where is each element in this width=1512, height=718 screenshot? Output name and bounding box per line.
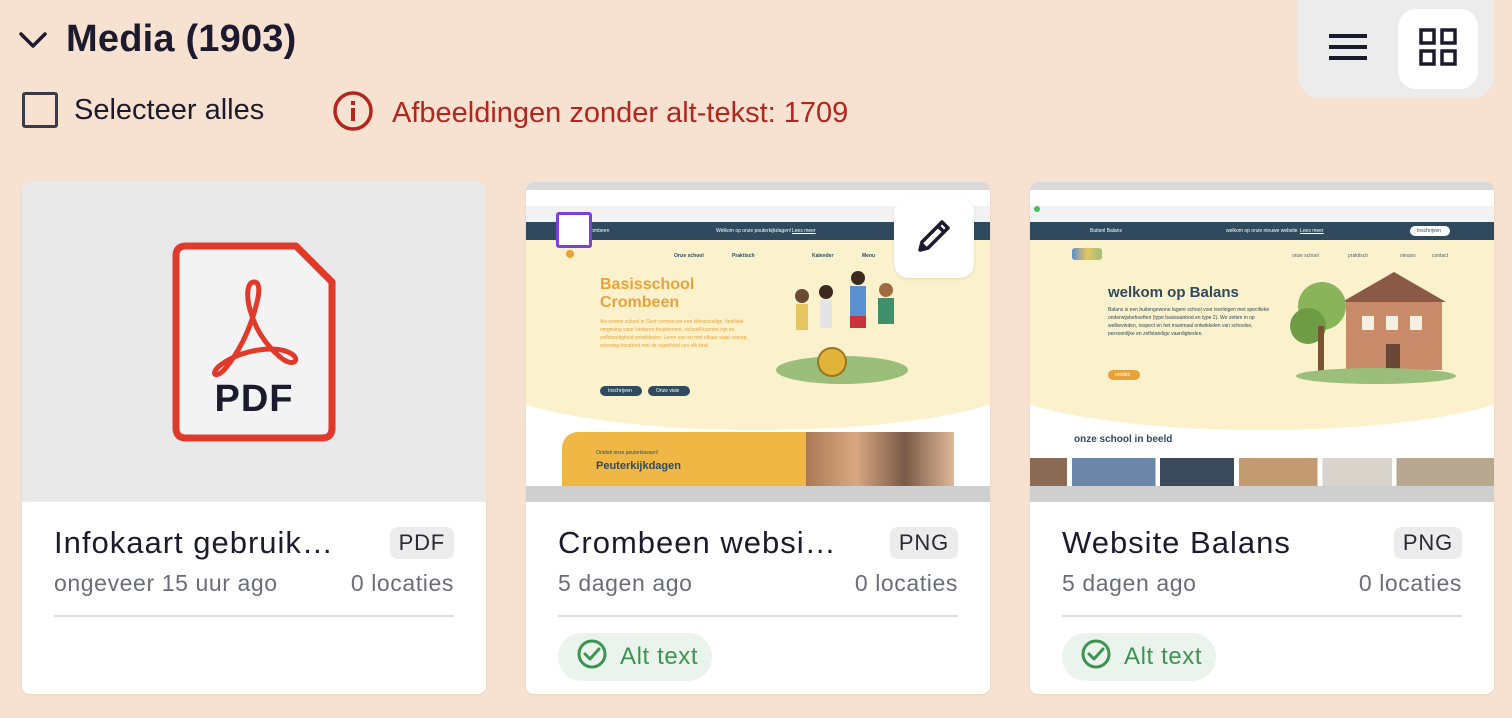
thumb-btn: ontdek	[1108, 370, 1140, 380]
thumb-illustration-house	[1286, 266, 1456, 386]
info-icon	[332, 90, 374, 137]
pdf-file-icon: PDF	[172, 242, 336, 447]
file-name: Website Balans	[1062, 525, 1291, 560]
thumb-photo-strip	[1030, 458, 1494, 486]
alt-text-badge: Alt text	[1062, 633, 1217, 681]
alt-text-badge: Alt text	[558, 633, 713, 681]
select-all-checkbox[interactable]	[22, 92, 58, 128]
file-time: ongeveer 15 uur ago	[54, 570, 278, 596]
card-thumbnail[interactable]: Buitenl Balans welkom op onze nieuwe web…	[1030, 182, 1494, 502]
thumb-btn-label: ontdek	[1115, 372, 1131, 378]
list-view-button[interactable]	[1316, 9, 1380, 89]
media-card[interactable]: Buitenl Balans welkom op onze nieuwe web…	[1030, 182, 1494, 694]
file-locations: 0 locaties	[350, 570, 454, 596]
thumb-hero-title: welkom op Balans	[1108, 284, 1239, 301]
thumb-menu-item: onze school	[1292, 253, 1319, 259]
select-all-row: Selecteer alles	[22, 92, 264, 128]
thumb-section-title: onze school in beeld	[1074, 434, 1173, 445]
thumb-hero-title-line: Crombeen	[600, 294, 680, 311]
grid-view-button[interactable]	[1398, 9, 1478, 89]
file-name: Crombeen websi…	[558, 525, 837, 560]
check-circle-icon	[1080, 638, 1112, 677]
media-header: Media (1903)	[18, 18, 297, 61]
check-circle-icon	[576, 638, 608, 677]
thumb-welcome-link: Lees meer	[1300, 228, 1324, 234]
thumb-welcome: Welkom op onze peuterkijkdagen!	[716, 228, 792, 234]
page-title: Media (1903)	[66, 18, 297, 60]
media-card[interactable]: PDF Infokaart gebruik… PDF ongeveer 15 u…	[22, 182, 486, 694]
thumb-btn-label: Onze visie	[656, 388, 680, 394]
balans-logo	[1072, 248, 1102, 260]
card-divider	[54, 615, 454, 617]
list-view-icon	[1329, 33, 1367, 66]
thumb-btn-label: Inschrijven	[608, 388, 632, 394]
window-dot	[1034, 206, 1040, 212]
thumb-hero-text: Balans is een buitengewone lagere school…	[1108, 307, 1270, 337]
alt-text-label: Alt text	[620, 643, 699, 670]
thumb-menu-item: praktisch	[1348, 253, 1369, 259]
pencil-icon	[914, 216, 954, 261]
thumb-nav-btn-label: Inschrijven	[1417, 228, 1441, 234]
file-type-badge: PNG	[889, 527, 958, 559]
file-type-badge: PDF	[389, 527, 454, 559]
thumb-menu-item: Praktisch	[732, 253, 755, 259]
view-toggle	[1298, 0, 1494, 98]
file-locations: 0 locaties	[1358, 570, 1462, 596]
thumb-hero-text: Als warme school in Gent vormen we een k…	[600, 319, 748, 349]
file-time: 5 dagen ago	[1062, 570, 1197, 596]
warning-text: Afbeeldingen zonder alt-tekst: 1709	[392, 97, 849, 129]
card-select-checkbox[interactable]	[556, 212, 592, 248]
chevron-down-icon[interactable]	[18, 25, 48, 55]
file-locations: 0 locaties	[854, 570, 958, 596]
thumb-welcome: welkom op onze nieuwe website	[1226, 228, 1298, 234]
thumb-welcome-link: Lees meer	[792, 228, 816, 234]
file-type-badge: PNG	[1393, 527, 1462, 559]
thumb-nav-btn: Inschrijven	[1410, 226, 1450, 236]
media-card[interactable]: Crombeen Welkom op onze peuterkijkdagen!…	[526, 182, 990, 694]
grid-view-icon	[1419, 27, 1457, 71]
thumb-btn: Inschrijven	[600, 386, 642, 396]
edit-button[interactable]	[894, 198, 974, 278]
thumb-hero-title-line: Basisschool	[600, 276, 695, 293]
thumb-btn: Onze visie	[648, 386, 690, 396]
card-divider	[558, 615, 958, 617]
thumb-promo-title: Peuterkijkdagen	[596, 460, 681, 472]
thumb-photo	[806, 432, 954, 486]
file-name: Infokaart gebruik…	[54, 525, 334, 560]
thumb-menu-item: Onze school	[674, 253, 704, 259]
file-time: 5 dagen ago	[558, 570, 693, 596]
select-all-label[interactable]: Selecteer alles	[74, 94, 264, 127]
thumb-illustration-kids	[772, 266, 908, 386]
thumb-menu-item: contact	[1432, 253, 1449, 259]
crombeen-logo	[566, 250, 574, 258]
card-thumbnail[interactable]: PDF	[22, 182, 486, 502]
card-thumbnail[interactable]: Crombeen Welkom op onze peuterkijkdagen!…	[526, 182, 990, 502]
thumb-menu-item: Kalender	[812, 253, 834, 259]
thumb-menu-item: nieuws	[1400, 253, 1416, 259]
pdf-thumb-label: PDF	[214, 378, 294, 420]
thumb-hero-title: Basisschool Crombeen	[600, 276, 694, 312]
thumb-promo-small: Ontdek onze peuterklassen!	[596, 450, 659, 456]
thumb-nav-brand: Buitenl Balans	[1090, 228, 1122, 234]
card-divider	[1062, 615, 1462, 617]
thumb-menu-item: Menu	[862, 253, 876, 259]
website-screenshot: Buitenl Balans welkom op onze nieuwe web…	[1030, 182, 1494, 502]
alt-text-label: Alt text	[1124, 643, 1203, 670]
alt-text-warning: Afbeeldingen zonder alt-tekst: 1709	[332, 90, 848, 137]
